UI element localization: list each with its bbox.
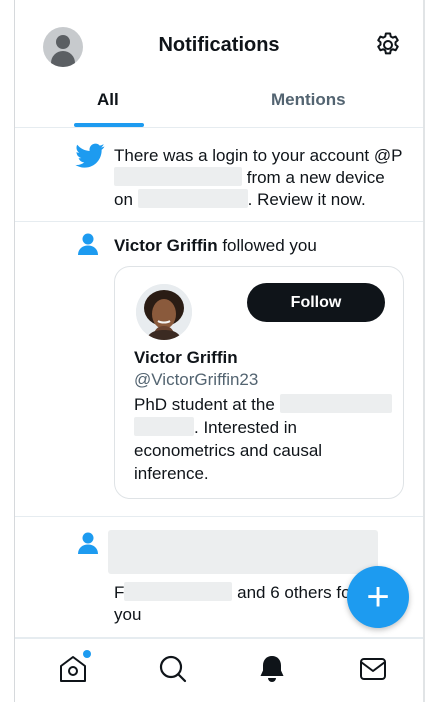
- login-notification-text: There was a login to your account @P fro…: [114, 145, 404, 211]
- nav-home[interactable]: [57, 650, 91, 685]
- settings-gear-icon[interactable]: [373, 30, 403, 60]
- page-title: Notifications: [158, 34, 280, 56]
- follower-avatar[interactable]: [136, 284, 192, 340]
- twitter-bird-icon: [75, 143, 105, 168]
- bottom-nav: [15, 638, 423, 702]
- search-icon: [159, 655, 187, 683]
- follow-action-text: followed you: [217, 236, 317, 255]
- redacted-avatar-row: [108, 530, 378, 574]
- notification-login[interactable]: There was a login to your account @P fro…: [15, 129, 423, 222]
- home-badge-dot: [83, 650, 91, 658]
- bell-icon: [260, 656, 284, 682]
- card-follower-bio: PhD student at the . Interested in econo…: [134, 393, 396, 485]
- login-text-part1: There was a login to your account @P: [114, 146, 403, 165]
- nav-messages[interactable]: [357, 653, 389, 685]
- person-icon: [78, 532, 98, 554]
- nav-notifications[interactable]: [256, 653, 288, 685]
- bio-text-part1: PhD student at the: [134, 395, 275, 414]
- follower-profile-card[interactable]: Follow Victor Griffin @VictorGriffin23 P…: [114, 266, 404, 499]
- tab-all[interactable]: All: [97, 90, 119, 110]
- redacted-institution: [279, 394, 392, 413]
- card-follower-handle: @VictorGriffin23: [134, 370, 259, 389]
- redacted-date: [137, 189, 248, 208]
- header: Notifications All Mentions: [15, 0, 423, 128]
- home-icon: [60, 656, 86, 682]
- notification-follow[interactable]: Victor Griffin followed you Follow Victo…: [15, 223, 423, 517]
- tab-mentions[interactable]: Mentions: [271, 90, 346, 110]
- screen-edge-right: [423, 0, 425, 702]
- group-follow-line2: you: [114, 605, 142, 624]
- redacted-follower-name: [124, 582, 233, 601]
- card-follower-name: Victor Griffin: [134, 348, 238, 367]
- group-follow-text: F and 6 others fol you: [114, 582, 364, 626]
- mail-icon: [360, 658, 386, 680]
- redacted-institution-2: [134, 417, 194, 436]
- person-icon: [78, 233, 98, 255]
- follow-notification-text: Victor Griffin followed you: [114, 236, 317, 256]
- login-text-part3: . Review it now.: [247, 190, 366, 209]
- follow-button[interactable]: Follow: [247, 283, 385, 322]
- redacted-handle: [114, 167, 242, 186]
- follower-name[interactable]: Victor Griffin: [114, 236, 218, 255]
- app-screen: Notifications All Mentions There was a l…: [0, 0, 430, 702]
- group-follow-prefix: F: [114, 583, 125, 602]
- follower-photo: [136, 284, 192, 340]
- active-tab-indicator: [74, 123, 144, 127]
- nav-search[interactable]: [157, 653, 189, 685]
- group-follow-suffix: and 6 others fol: [232, 583, 355, 602]
- compose-tweet-button[interactable]: +: [347, 566, 409, 628]
